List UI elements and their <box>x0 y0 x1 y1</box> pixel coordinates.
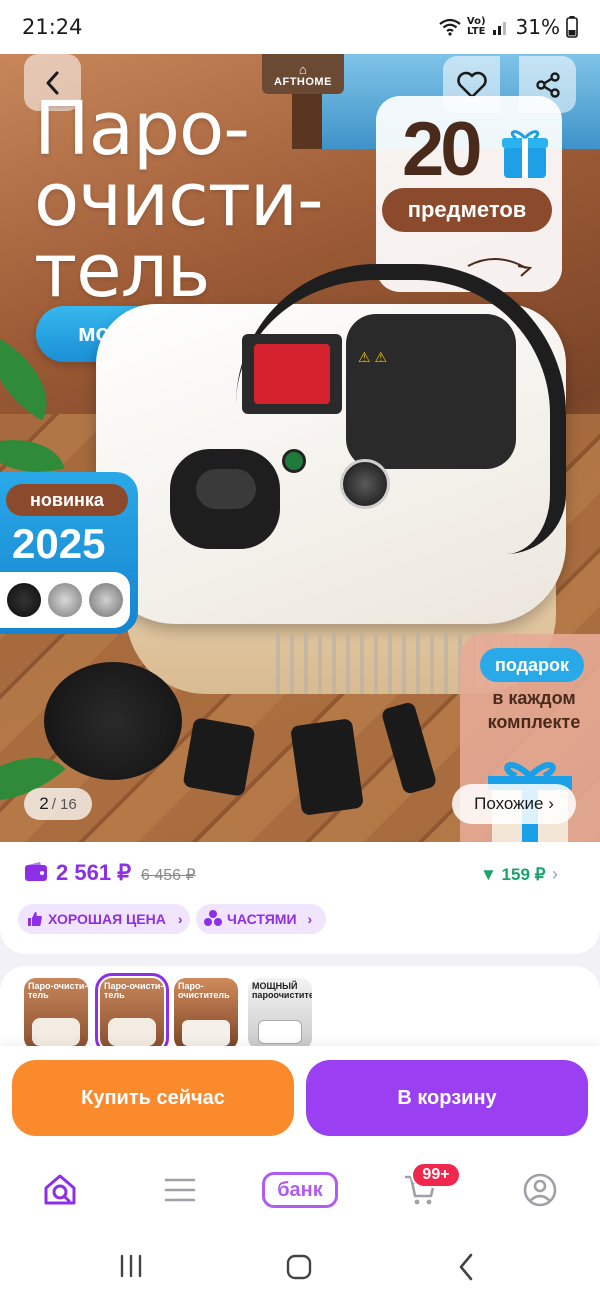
gift-text: в каждом комплекте <box>487 688 581 732</box>
back-nav-icon[interactable] <box>456 1252 476 1282</box>
chevron-right-icon[interactable]: › <box>552 864 558 885</box>
good-price-tag[interactable]: ХОРОШАЯ ЦЕНА › <box>18 904 190 934</box>
current-price: 2 561 ₽ <box>56 860 132 885</box>
product-image-gallery[interactable]: ⌂ AFTHOME Паро- очисти- тель 20 предмето… <box>0 54 600 842</box>
round-brush-attachment <box>44 662 182 780</box>
items-count-label: предметов <box>382 188 552 232</box>
home-search-icon <box>44 1174 76 1205</box>
product-screen: 21:24 Vo) LTE 31% ⌂ AFTHOME Паро- очисти… <box>0 0 600 1299</box>
nav-home[interactable] <box>40 1170 80 1210</box>
wallet-icon <box>25 862 47 881</box>
good-price-label: ХОРОШАЯ ЦЕНА <box>48 911 166 927</box>
buy-now-button[interactable]: Купить сейчас <box>12 1060 294 1136</box>
nav-bank[interactable]: банк <box>262 1172 338 1208</box>
thumbs-up-icon <box>28 912 42 926</box>
items-count: 20 <box>402 107 483 192</box>
price-card: 2 561 ₽ 6 456 ₽ ▼ 159 ₽ › ХОРОШАЯ ЦЕНА ›… <box>0 842 600 954</box>
profile-icon <box>523 1173 557 1207</box>
installments-tag[interactable]: ЧАСТЯМИ › <box>196 904 326 934</box>
signal-icon <box>492 22 506 35</box>
installments-label: ЧАСТЯМИ <box>227 911 297 927</box>
similar-button[interactable]: Похожие › <box>452 784 576 824</box>
new-items-preview <box>0 572 130 628</box>
thumbnail[interactable]: Паро-очиститель <box>174 978 238 1050</box>
new-2025-card: новинка 2025 <box>0 472 138 634</box>
items-count-card: 20 предметов <box>376 96 562 292</box>
device-label-panel <box>346 314 516 469</box>
recent-apps-icon[interactable] <box>118 1254 144 1278</box>
system-navigation-bar <box>0 1234 600 1299</box>
home-icon[interactable] <box>286 1254 312 1280</box>
nav-profile[interactable] <box>520 1170 560 1210</box>
steam-cleaner-photo: ⚠ ⚠ <box>96 264 566 694</box>
chevron-right-icon: › <box>177 911 183 927</box>
image-counter: 2/ 16 <box>24 788 92 820</box>
gift-icon <box>502 130 548 178</box>
thumbnail[interactable]: Паро-очисти-тель <box>24 978 88 1050</box>
new-year: 2025 <box>12 520 106 567</box>
price-difference[interactable]: ▼ 159 ₽ <box>480 865 545 885</box>
status-icons: Vo) LTE 31% <box>439 15 578 39</box>
brush-attachment <box>290 718 364 816</box>
gift-label: подарок <box>480 648 584 682</box>
thumbnail[interactable]: МОЩНЫЙ пароочиститель <box>248 978 312 1050</box>
wifi-icon <box>439 18 461 36</box>
menu-icon <box>164 1178 196 1202</box>
brand-logo: ⌂ AFTHOME <box>262 54 344 94</box>
network-type: Vo) LTE <box>466 16 486 37</box>
title-line: Паро- <box>34 86 250 172</box>
battery-icon <box>566 16 578 38</box>
battery-percent: 31% <box>515 15 560 39</box>
brush-attachment <box>182 717 256 797</box>
nav-catalog[interactable] <box>160 1170 200 1210</box>
add-to-cart-button[interactable]: В корзину <box>306 1060 588 1136</box>
heart-icon <box>456 71 487 98</box>
chevron-right-icon: › <box>307 911 313 927</box>
cart-count-badge: 99+ <box>411 1162 461 1188</box>
bottom-navigation: банк 99+ <box>0 1154 600 1234</box>
status-bar: 21:24 Vo) LTE 31% <box>0 0 600 54</box>
title-line: очисти- <box>34 157 324 243</box>
share-icon <box>535 71 560 98</box>
old-price: 6 456 ₽ <box>141 867 196 884</box>
parts-icon <box>204 910 222 926</box>
power-switch <box>254 344 330 404</box>
new-label: новинка <box>6 484 128 516</box>
pressure-knob <box>340 459 390 509</box>
purchase-bar: Купить сейчас В корзину <box>0 1046 600 1154</box>
status-time: 21:24 <box>22 15 83 39</box>
thumbnail-active[interactable]: Паро-очисти-тель <box>95 973 169 1055</box>
